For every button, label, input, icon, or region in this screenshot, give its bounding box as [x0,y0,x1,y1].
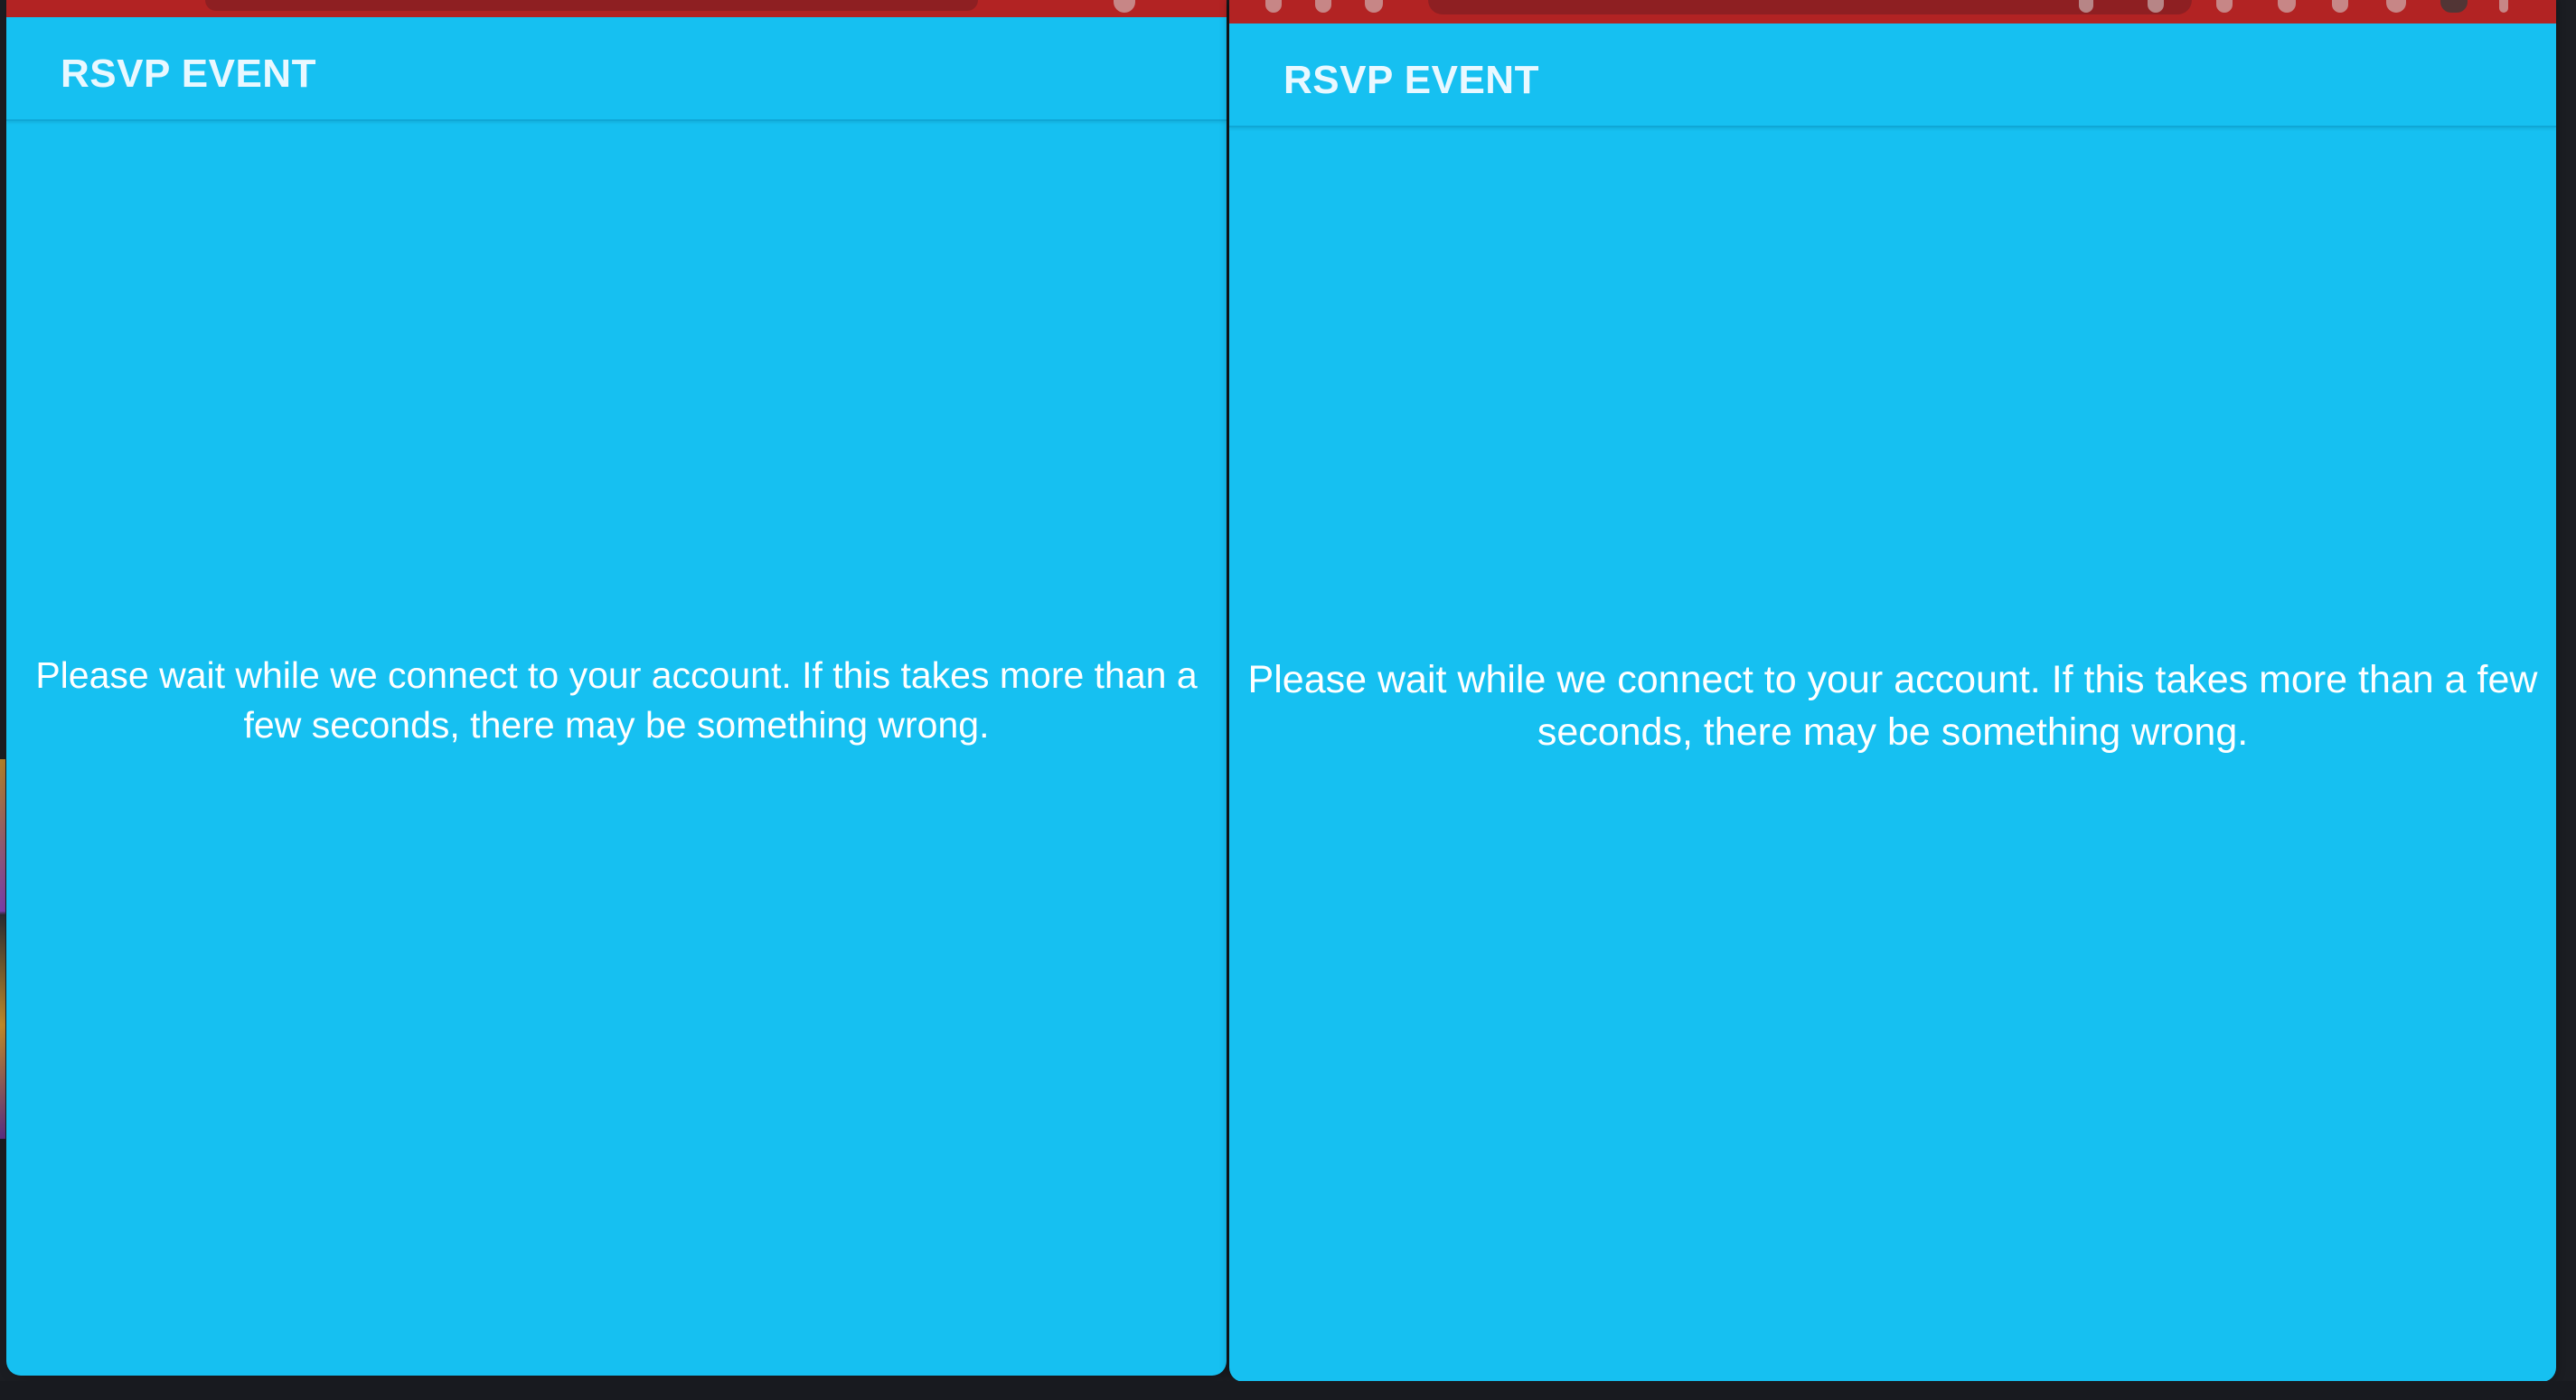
browser-window-right: RSVP EVENT Please wait while we connect … [1229,0,2556,1382]
app-title: RSVP EVENT [61,52,316,96]
app-header: RSVP EVENT [1229,23,2556,127]
address-bar[interactable] [205,0,978,11]
app-title: RSVP EVENT [1283,58,1539,102]
connecting-message: Please wait while we connect to your acc… [1247,658,2538,754]
forward-icon[interactable] [1315,0,1331,13]
address-bar[interactable] [1428,0,2192,14]
avatar[interactable] [2440,0,2468,13]
background-status-bar [0,1381,2576,1400]
browser-toolbar [1229,0,2556,23]
back-icon[interactable] [1265,0,1282,13]
browser-window-left: RSVP EVENT Please wait while we connect … [6,0,1227,1376]
connecting-message: Please wait while we connect to your acc… [35,654,1198,746]
profile-sync-icon[interactable] [2278,0,2296,13]
app-header: RSVP EVENT [6,17,1227,121]
background-app-edge [0,759,5,1139]
desktop: RSVP EVENT Please wait while we connect … [0,0,2576,1400]
extension-icon[interactable] [1114,0,1135,13]
menu-icon[interactable] [2499,0,2508,13]
sidebar-icon[interactable] [2386,0,2406,13]
browser-toolbar [6,0,1227,17]
extension-icon[interactable] [2216,0,2233,13]
reload-icon[interactable] [1365,0,1383,13]
puzzle-icon[interactable] [2332,0,2348,13]
